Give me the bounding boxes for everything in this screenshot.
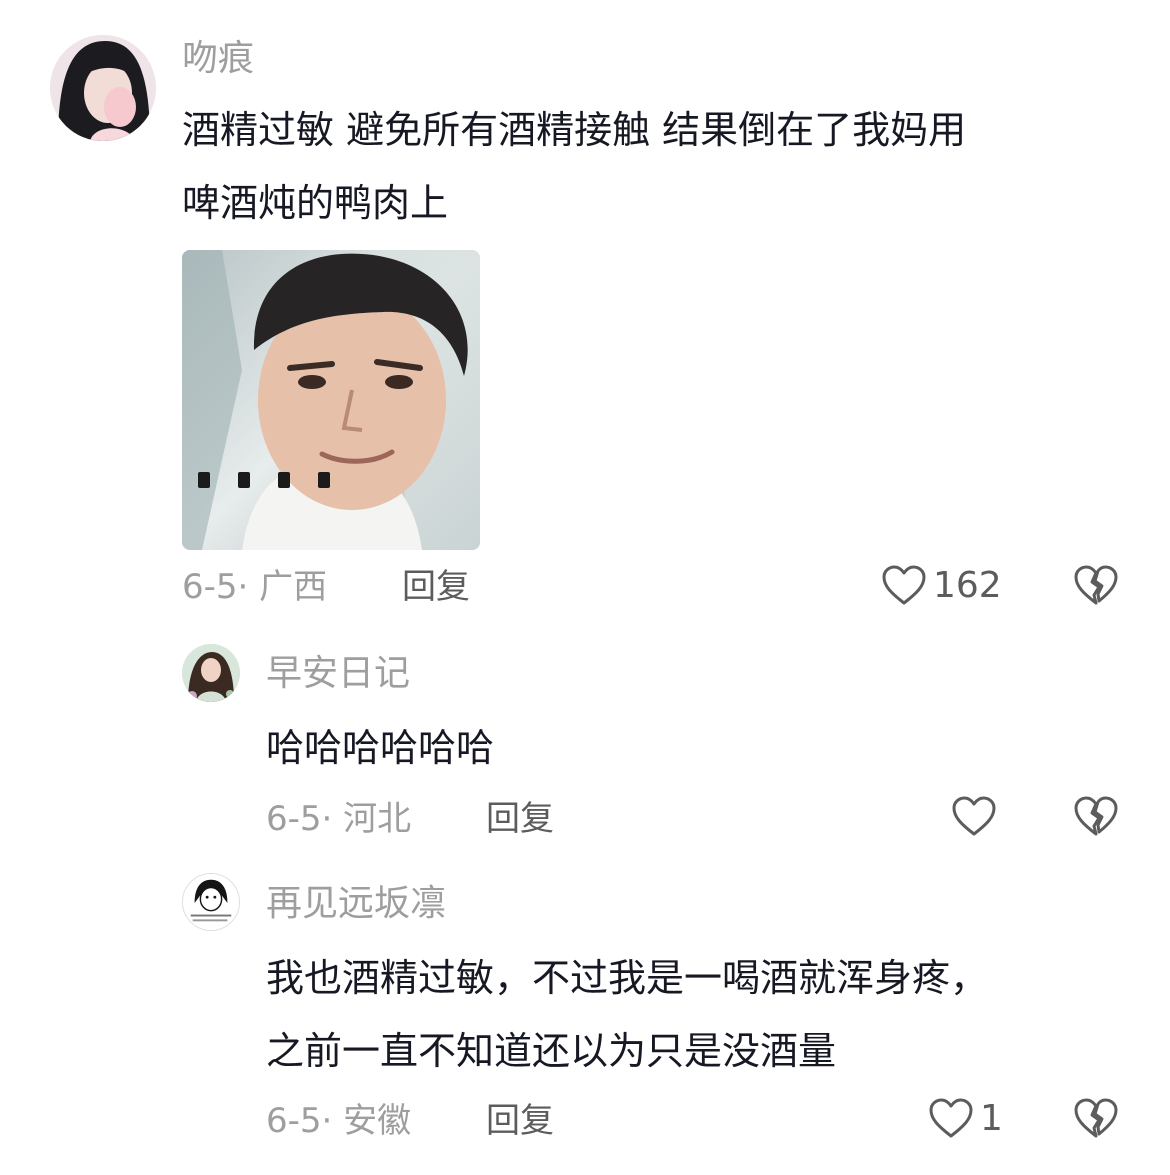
comment-image[interactable] bbox=[182, 250, 480, 550]
like-button[interactable] bbox=[949, 792, 999, 842]
like-count: 162 bbox=[933, 565, 1002, 606]
dislike-button[interactable] bbox=[1071, 792, 1121, 842]
comment-text: 酒精过敏 避免所有酒精接触 结果倒在了我妈用 啤酒炖的鸭肉上 bbox=[182, 94, 966, 240]
like-button[interactable]: 162 bbox=[879, 561, 1002, 611]
like-count: 1 bbox=[980, 1098, 1003, 1139]
dislike-button[interactable] bbox=[1071, 561, 1121, 611]
user-avatar[interactable] bbox=[50, 35, 156, 141]
reply-button[interactable]: 回复 bbox=[486, 797, 554, 841]
heart-outline-icon bbox=[929, 1098, 973, 1138]
reply-avatar[interactable] bbox=[182, 873, 240, 931]
comment-text-line: 酒精过敏 避免所有酒精接触 结果倒在了我妈用 bbox=[182, 108, 967, 152]
broken-heart-icon bbox=[1074, 1098, 1118, 1138]
reply-text: 我也酒精过敏，不过我是一喝酒就浑身疼， 之前一直不知道还以为只是没酒量 bbox=[266, 942, 988, 1088]
reply-username[interactable]: 再见远坂凛 bbox=[266, 880, 446, 928]
comment-text-line: 啤酒炖的鸭肉上 bbox=[182, 181, 449, 225]
broken-heart-icon bbox=[1074, 565, 1118, 605]
like-button[interactable]: 1 bbox=[926, 1094, 1003, 1144]
comment-date-location: 6-5· 广西 bbox=[182, 567, 328, 607]
dislike-button[interactable] bbox=[1071, 1094, 1121, 1144]
comment-thread: 吻痕 酒精过敏 避免所有酒精接触 结果倒在了我妈用 啤酒炖的鸭肉上 6-5· 广… bbox=[0, 0, 1170, 1175]
reply-text: 哈哈哈哈哈哈 bbox=[266, 712, 494, 785]
heart-outline-icon bbox=[882, 565, 926, 605]
reply-username[interactable]: 早安日记 bbox=[266, 650, 410, 698]
reply-button[interactable]: 回复 bbox=[402, 565, 470, 609]
reply-text-line: 之前一直不知道还以为只是没酒量 bbox=[266, 1029, 837, 1073]
reply-date-location: 6-5· 河北 bbox=[266, 799, 412, 839]
avatar-portrait-icon bbox=[182, 644, 240, 702]
heart-outline-icon bbox=[952, 796, 996, 836]
reply-button[interactable]: 回复 bbox=[486, 1099, 554, 1143]
broken-heart-icon bbox=[1074, 796, 1118, 836]
reply-text-line: 哈哈哈哈哈哈 bbox=[266, 726, 495, 770]
avatar-cartoon-icon bbox=[183, 874, 239, 930]
comment-username[interactable]: 吻痕 bbox=[182, 35, 254, 83]
reply-avatar[interactable] bbox=[182, 644, 240, 702]
avatar-girl-icon bbox=[50, 35, 156, 141]
reply-text-line: 我也酒精过敏，不过我是一喝酒就浑身疼， bbox=[266, 956, 989, 1000]
meme-image-icon bbox=[182, 250, 480, 550]
reply-date-location: 6-5· 安徽 bbox=[266, 1101, 412, 1141]
